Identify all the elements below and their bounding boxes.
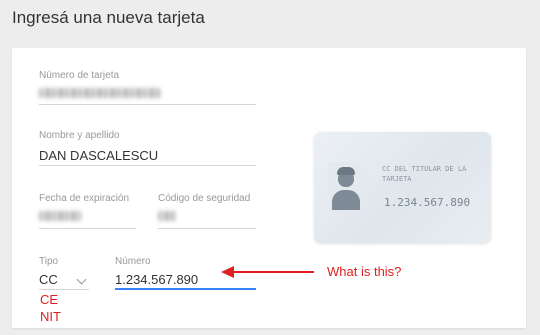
security-code-value-redacted[interactable] [158,211,176,221]
page-title: Ingresá una nueva tarjeta [12,8,205,27]
card-preview-title: CC DEL TITULAR DE LA TARJETA [382,165,467,183]
expiry-underline [39,228,136,229]
card-number-underline [39,104,256,105]
security-code-underline [158,228,256,229]
card-number-value-redacted[interactable] [39,88,161,98]
expiry-label: Fecha de expiración [39,193,130,204]
card-preview-number: 1.234.567.890 [384,196,471,209]
annotation-option: NIT [40,309,61,324]
expiry-value-redacted[interactable] [39,211,81,221]
security-code-label: Código de seguridad [158,193,251,204]
name-label: Nombre y apellido [39,130,120,141]
name-field[interactable]: DAN DASCALESCU [39,148,158,163]
doc-number-underline-focused [115,288,256,290]
name-underline [39,165,256,166]
user-avatar-icon [328,162,364,210]
annotation-option: CE [40,292,59,307]
doc-type-label: Tipo [39,256,59,267]
doc-number-label: Número [115,256,151,267]
doc-type-underline [39,289,89,290]
card-preview: CC DEL TITULAR DE LA TARJETA 1.234.567.8… [314,132,491,243]
annotation-question: What is this? [327,264,402,279]
doc-number-field[interactable]: 1.234.567.890 [115,272,198,287]
annotation-arrow-line [232,271,314,273]
doc-type-select[interactable]: CC [39,272,58,287]
card-number-label: Número de tarjeta [39,70,120,81]
